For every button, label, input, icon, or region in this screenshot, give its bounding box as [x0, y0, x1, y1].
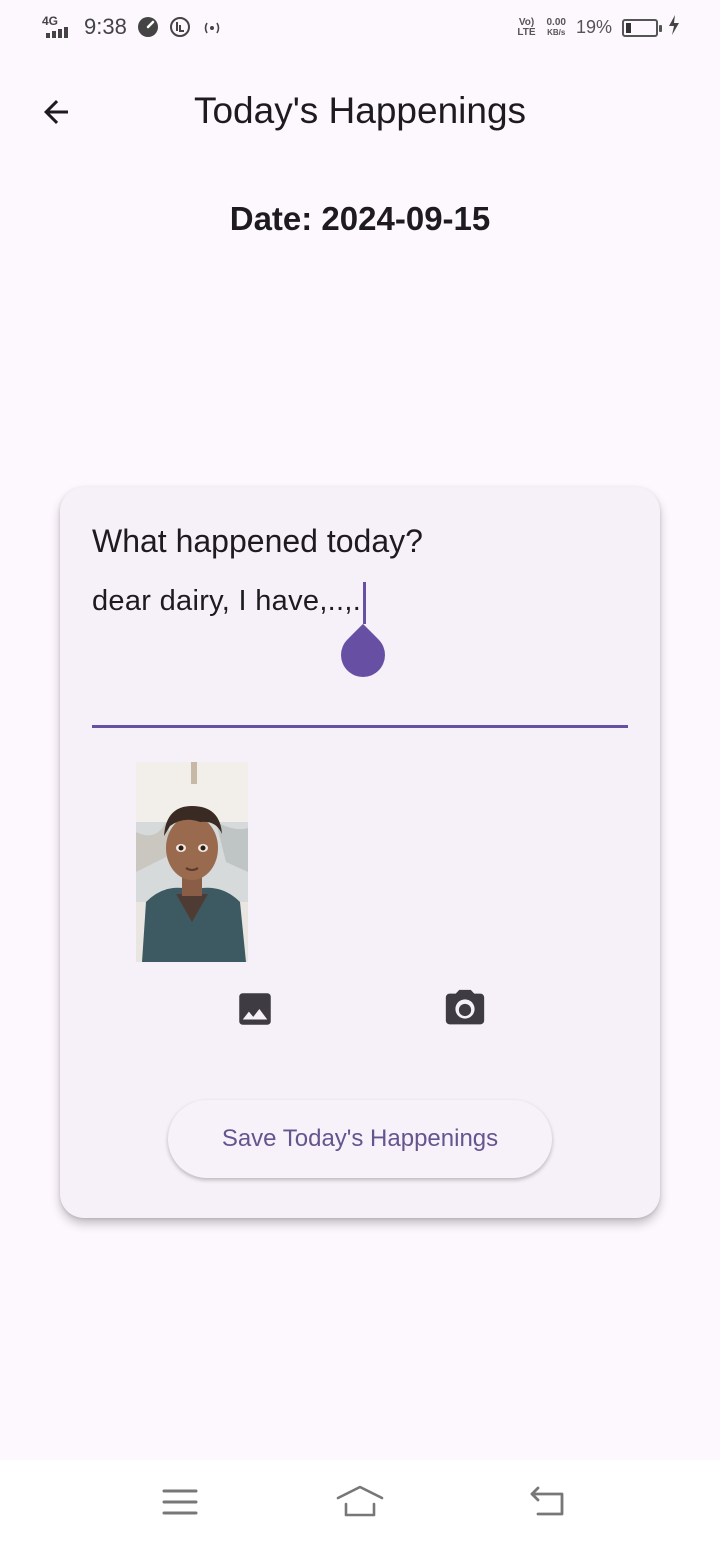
- take-photo-button[interactable]: [437, 981, 493, 1037]
- vpn-icon: [169, 16, 191, 38]
- charging-icon: [668, 15, 680, 40]
- entry-card: What happened today? dear dairy, I have,…: [60, 487, 660, 1218]
- net-speed-unit: KB/s: [547, 27, 566, 37]
- nav-back-button[interactable]: [518, 1478, 578, 1526]
- net-speed-value: 0.00: [546, 16, 566, 28]
- back-icon: [530, 1486, 564, 1516]
- page-title: Today's Happenings: [193, 90, 527, 131]
- status-time: 9:38: [84, 14, 127, 39]
- app-bar: Today's Happenings: [0, 72, 720, 152]
- entry-text-input[interactable]: dear dairy, I have,..,.: [92, 585, 361, 618]
- entry-field-underline: [92, 725, 628, 728]
- text-cursor: [363, 582, 366, 624]
- status-left: 4G 9:38: [40, 14, 223, 40]
- camera-icon: [445, 989, 485, 1025]
- image-icon: [239, 993, 271, 1025]
- nav-menu-button[interactable]: [150, 1478, 210, 1526]
- status-right: Vo) LTE 0.00 KB/s 19%: [517, 15, 681, 40]
- battery-percent: 19%: [575, 17, 612, 37]
- pick-from-gallery-button[interactable]: [227, 981, 283, 1037]
- network-type: 4G: [42, 14, 59, 28]
- signal-icon: 4G: [40, 14, 74, 40]
- cursor-handle[interactable]: [331, 623, 395, 687]
- net-speed: 0.00 KB/s: [546, 16, 566, 38]
- nav-home-button[interactable]: [330, 1478, 390, 1526]
- status-bar: 4G 9:38 Vo) LTE 0.00 KB/s 19%: [0, 0, 720, 56]
- hotspot-icon: [201, 16, 223, 38]
- volte-indicator: Vo) LTE: [517, 16, 536, 38]
- home-icon: [336, 1485, 384, 1517]
- save-button[interactable]: Save Today's Happenings: [168, 1100, 552, 1178]
- entry-field-label: What happened today?: [92, 523, 423, 559]
- system-nav-bar: [0, 1460, 720, 1544]
- menu-icon: [162, 1489, 198, 1515]
- attached-photo[interactable]: [136, 762, 248, 962]
- date-label: Date: 2024-09-15: [229, 200, 491, 237]
- speedometer-icon: [137, 16, 159, 38]
- battery-icon: [622, 18, 662, 37]
